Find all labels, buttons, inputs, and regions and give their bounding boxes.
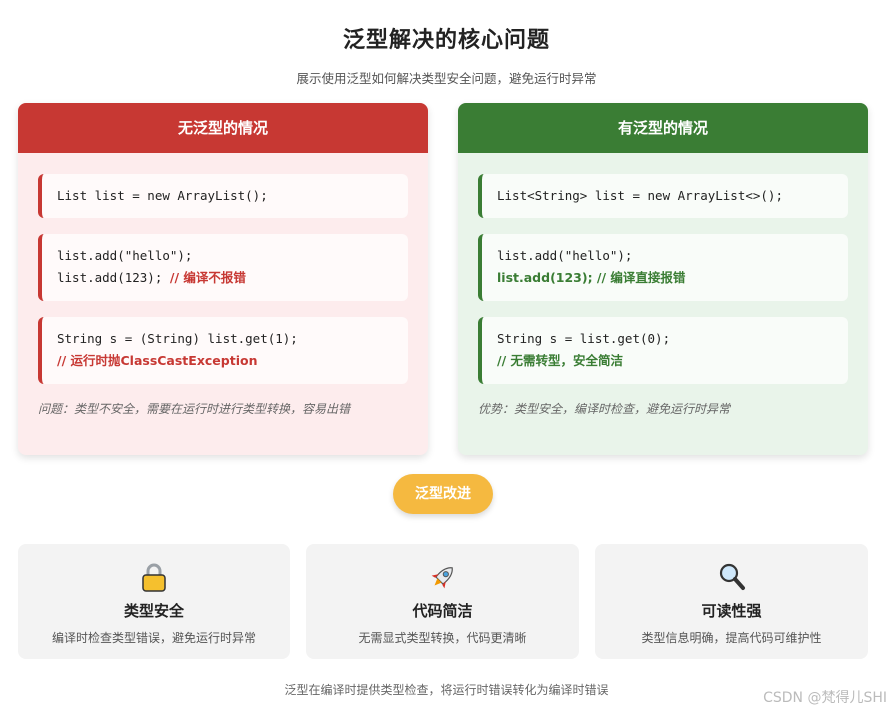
code-block-get: String s = (String) list.get(1); // 运行时抛… [38, 317, 408, 384]
feature-desc: 编译时检查类型错误，避免运行时异常 [51, 631, 256, 645]
feature-title: 可读性强 [701, 602, 762, 620]
code-line: List<String> list = new ArrayList<>(); [497, 188, 783, 203]
code-comment: list.add(123); // 编译直接报错 [497, 270, 686, 285]
feature-card-concise-code: 代码简洁 无需显式类型转换，代码更清晰 [306, 544, 579, 659]
code-line: String s = (String) list.get(1); [57, 331, 298, 346]
lock-icon [142, 563, 166, 592]
code-text: list.add(123); [57, 270, 170, 285]
feature-desc: 类型信息明确，提高代码可维护性 [641, 631, 822, 645]
code-block-declaration: List<String> list = new ArrayList<>(); [478, 174, 848, 218]
feature-title: 代码简洁 [412, 602, 473, 620]
advantage-note: 优势：类型安全，编译时检查，避免运行时异常 [478, 402, 731, 416]
code-line-with-comment: list.add(123); // 编译不报错 [57, 267, 408, 289]
generics-improve-badge: 泛型改进 [393, 474, 493, 514]
panel-with-generics: 有泛型的情况 List<String> list = new ArrayList… [458, 103, 868, 455]
page-title: 泛型解决的核心问题 [342, 28, 550, 53]
feature-card-readability: 可读性强 类型信息明确，提高代码可维护性 [595, 544, 868, 659]
code-line: String s = list.get(0); [497, 331, 671, 346]
feature-card-type-safety: 类型安全 编译时检查类型错误，避免运行时异常 [18, 544, 290, 659]
code-block-add: list.add("hello"); list.add(123); // 编译不… [38, 234, 408, 301]
code-comment: // 运行时抛ClassCastException [57, 353, 258, 368]
watermark: CSDN @梵得儿SHI [763, 690, 887, 706]
panel-with-heading: 有泛型的情况 [458, 103, 868, 153]
magnifier-icon [719, 563, 745, 590]
code-comment: // 无需转型，安全简洁 [497, 353, 623, 368]
code-line: List list = new ArrayList(); [57, 188, 268, 203]
code-block-add: list.add("hello"); list.add(123); // 编译直… [478, 234, 848, 301]
feature-desc: 无需显式类型转换，代码更清晰 [358, 631, 527, 645]
panel-without-heading: 无泛型的情况 [18, 103, 428, 153]
feature-title: 类型安全 [123, 602, 184, 620]
code-block-declaration: List list = new ArrayList(); [38, 174, 408, 218]
code-line: list.add("hello"); [57, 248, 193, 263]
code-block-get: String s = list.get(0); // 无需转型，安全简洁 [478, 317, 848, 384]
code-comment: // 编译不报错 [169, 270, 246, 285]
code-line: list.add("hello"); [497, 248, 633, 263]
rocket-icon [431, 567, 453, 589]
footer-summary: 泛型在编译时提供类型检查，将运行时错误转化为编译时错误 [284, 683, 609, 697]
page-subtitle: 展示使用泛型如何解决类型安全问题，避免运行时异常 [296, 71, 597, 86]
problem-note: 问题：类型不安全，需要在运行时进行类型转换，容易出错 [38, 402, 351, 416]
header: 泛型解决的核心问题 展示使用泛型如何解决类型安全问题，避免运行时异常 [0, 22, 893, 87]
panel-without-generics: 无泛型的情况 List list = new ArrayList(); list… [18, 103, 428, 455]
